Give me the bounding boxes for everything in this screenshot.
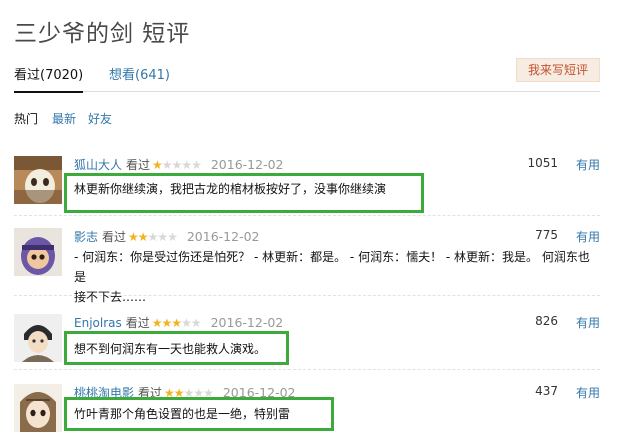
review-comment: 竹叶青那个角色设置的也是一绝，特别雷 [74,402,290,426]
star-empty-icon: ★ [193,386,204,400]
useful-button[interactable]: 有用 [576,228,600,245]
useful-button[interactable]: 有用 [576,384,600,401]
star-filled-icon: ★ [161,316,173,330]
watched-label: 看过 [126,158,151,172]
tab-bar: 看过(7020) 想看(641) [14,62,600,93]
star-empty-icon: ★ [167,230,178,244]
reviewer-name[interactable]: 影志 [74,230,98,244]
review-date: 2016-12-02 [210,157,284,172]
star-empty-icon: ★ [203,386,214,400]
star-empty-icon: ★ [191,158,202,172]
tab-want-to-watch[interactable]: 想看(641) [109,64,170,83]
write-review-button[interactable]: 我来写短评 [516,58,600,82]
star-filled-icon: ★ [128,230,139,244]
review-item: 影志 看过 ★★★★★ 2016-12-02 775 有用 - 何润东：你是受过伤还是… [14,228,600,304]
review-item: Enjolras 看过 ★★★★★ 2016-12-02 826 有用 想不到何润东有… [14,314,600,370]
comment-line: 竹叶青那个角色设置的也是一绝，特别雷 [74,407,291,421]
star-empty-icon: ★ [147,230,159,244]
star-filled-icon: ★ [152,158,163,172]
tab-watched[interactable]: 看过(7020) [14,64,84,93]
review-item: 桃桃淘电影 看过 ★★★★★ 2016-12-02 437 有用 竹叶青那个角色设置的… [14,384,600,441]
review-comment: 想不到何润东有一天也能救人演戏。 [74,337,266,361]
star-rating: ★★★★★ [151,316,202,330]
review-comment: 林更新你继续演，我把古龙的棺材板按好了，没事你继续演 [74,177,386,201]
filter-hot[interactable]: 热门 [14,110,38,127]
reviewer-name[interactable]: Enjolras [74,316,122,330]
review-meta: Enjolras 看过 ★★★★★ 2016-12-02 [74,314,283,330]
vote-count: 437 [535,384,558,398]
useful-button[interactable]: 有用 [576,156,600,173]
star-rating: ★★★★★ [152,158,202,172]
vote-count: 826 [535,314,558,328]
review-date: 2016-12-02 [210,315,284,330]
star-rating: ★★★★★ [128,230,178,244]
cartoon-face-avatar-icon[interactable] [14,156,62,204]
comment-line: 林更新你继续演，我把古龙的棺材板按好了，没事你继续演 [74,182,387,196]
star-rating: ★★★★★ [164,386,214,400]
star-empty-icon: ★ [190,316,202,330]
review-date: 2016-12-02 [222,385,296,400]
review-date: 2016-12-02 [186,229,260,244]
review-item: 狐山大人 看过 ★★★★★ 2016-12-02 1051 有用 林更新你继续演，我把… [14,156,600,216]
comment-line: 想不到何润东有一天也能救人演戏。 [74,342,267,356]
comment-line: - 何润东：你是受过伤还是怕死？ - 林更新：都是。 - 何润东：懦夫！ - 林… [74,250,590,284]
vote-count: 1051 [527,156,558,170]
filter-latest[interactable]: 最新 [52,110,76,127]
review-meta: 桃桃淘电影 看过 ★★★★★ 2016-12-02 [74,384,296,400]
vote-count: 775 [535,228,558,242]
star-empty-icon: ★ [181,316,192,330]
watched-label: 看过 [125,316,150,330]
star-empty-icon: ★ [181,158,192,172]
star-filled-icon: ★ [173,386,185,400]
star-filled-icon: ★ [171,316,182,330]
ninja-character-avatar-icon[interactable] [14,228,62,276]
useful-button[interactable]: 有用 [576,314,600,331]
review-meta: 影志 看过 ★★★★★ 2016-12-02 [74,228,260,244]
watched-label: 看过 [102,230,127,244]
star-filled-icon: ★ [137,230,149,244]
review-comment: - 何润东：你是受过伤还是怕死？ - 林更新：都是。 - 何润东：懦夫！ - 林… [74,247,600,307]
star-empty-icon: ★ [157,230,168,244]
reviewer-name[interactable]: 桃桃淘电影 [74,386,134,400]
reviewer-name[interactable]: 狐山大人 [74,158,122,172]
star-empty-icon: ★ [183,386,195,400]
star-filled-icon: ★ [164,386,175,400]
watched-label: 看过 [138,386,163,400]
review-meta: 狐山大人 看过 ★★★★★ 2016-12-02 [74,156,284,172]
sketch-character-avatar-icon[interactable] [14,314,62,362]
star-empty-icon: ★ [171,158,183,172]
star-empty-icon: ★ [161,158,173,172]
comment-line: 接不下去…… [74,290,147,304]
anime-girl-avatar-icon[interactable] [14,384,62,432]
page-title: 三少爷的剑 短评 [14,21,191,47]
filter-friends[interactable]: 好友 [88,110,112,127]
star-filled-icon: ★ [151,316,163,330]
